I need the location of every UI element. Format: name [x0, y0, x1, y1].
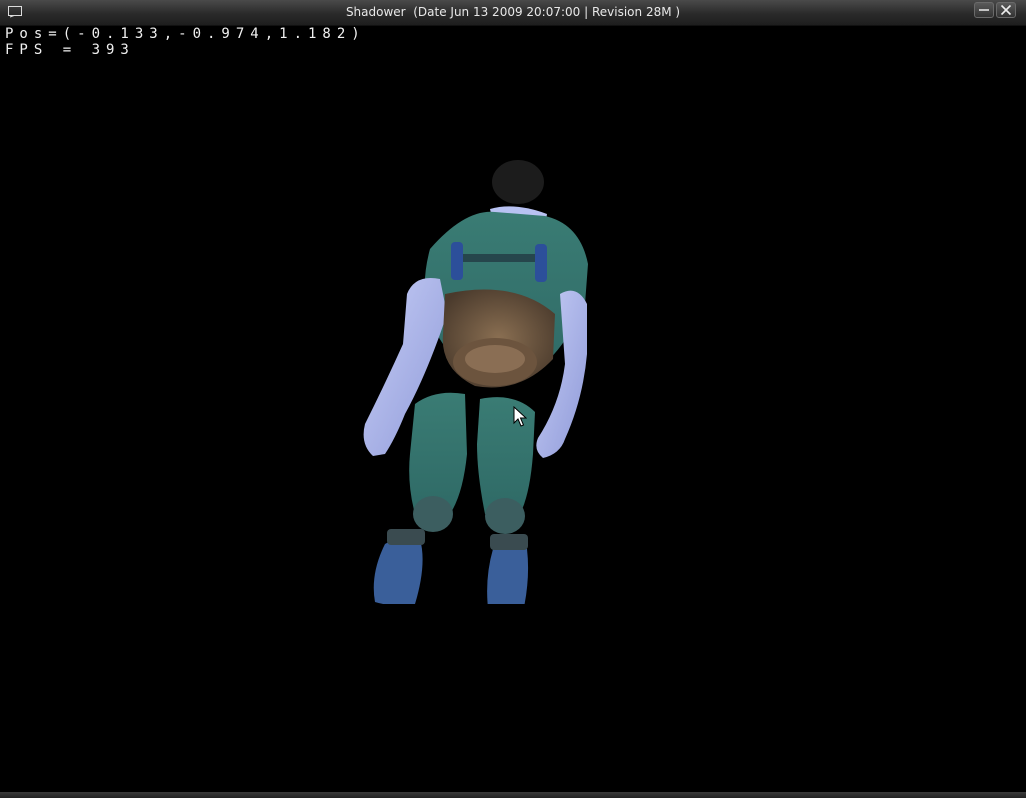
window-bottom-border[interactable] — [0, 792, 1026, 798]
render-viewport[interactable]: Pos=(-0.133,-0.974,1.182) FPS = 393 — [0, 26, 1026, 792]
fps-counter: FPS = 393 — [5, 42, 135, 58]
close-button[interactable] — [996, 2, 1016, 18]
position-readout: Pos=(-0.133,-0.974,1.182) — [5, 26, 366, 42]
right-boot — [487, 544, 529, 604]
soldier-model — [363, 160, 588, 604]
left-leg — [409, 392, 467, 514]
head — [492, 160, 544, 204]
close-icon — [1000, 4, 1012, 16]
window-title: Shadower (Date Jun 13 2009 20:07:00 | Re… — [345, 5, 681, 19]
mouse-pointer-icon — [513, 406, 527, 427]
title-bar[interactable]: Shadower (Date Jun 13 2009 20:07:00 | Re… — [0, 0, 1026, 26]
minimize-button[interactable] — [974, 2, 994, 18]
application-window: Shadower (Date Jun 13 2009 20:07:00 | Re… — [0, 0, 1026, 798]
left-boot — [373, 537, 423, 604]
minimize-icon — [979, 9, 989, 11]
